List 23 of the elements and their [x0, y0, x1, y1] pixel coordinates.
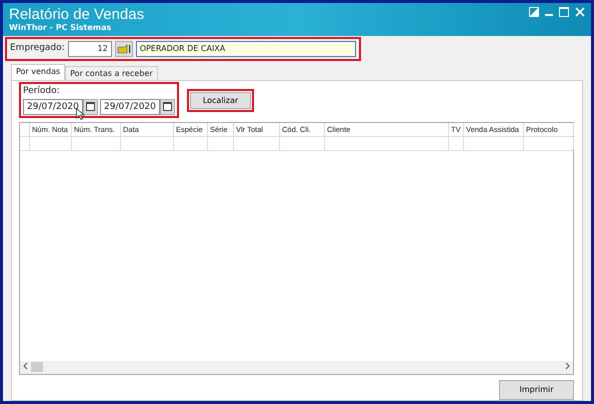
date-field[interactable]: 29/07/2020 [100, 98, 160, 114]
calendar-icon [86, 102, 95, 111]
date-field[interactable]: 29/07/2020 [23, 98, 83, 114]
tab[interactable]: Por vendas [11, 64, 66, 80]
calendar-icon [163, 102, 172, 111]
window-title: Relatório de Vendas [9, 6, 144, 23]
calendar-button[interactable] [83, 98, 98, 114]
code-field[interactable]: 12 [68, 41, 112, 57]
period-label: Período: [23, 85, 61, 98]
field-label: Empregado: [10, 42, 65, 56]
lookup-button[interactable] [114, 41, 133, 57]
scroll-thumb[interactable] [31, 362, 43, 372]
window-subtitle: WinThor - PC Sistemas [9, 23, 112, 33]
calendar-button[interactable] [160, 98, 175, 114]
maximize-icon[interactable] [559, 7, 569, 17]
search-button[interactable]: Localizar [190, 92, 251, 109]
restore-icon[interactable] [529, 7, 539, 17]
name-field[interactable]: OPERADOR DE CAIXA [136, 41, 356, 57]
tab[interactable]: Por contas a receber [65, 66, 158, 80]
print-button[interactable]: Imprimir [499, 380, 574, 400]
mouse-cursor-icon [76, 108, 85, 120]
horizontal-scrollbar[interactable] [20, 360, 573, 374]
close-icon[interactable] [575, 7, 585, 17]
